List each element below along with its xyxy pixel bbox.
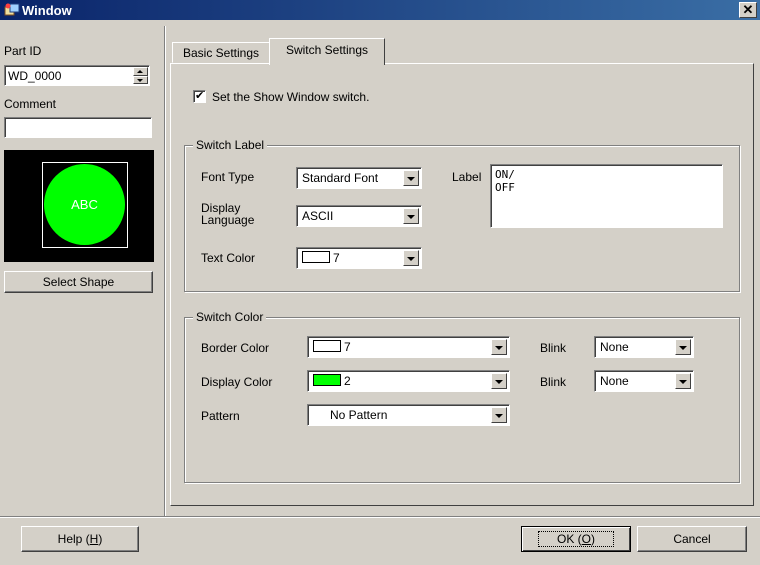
help-prefix: Help ( [57, 532, 90, 546]
part-id-spin[interactable] [133, 67, 148, 84]
display-blink-label: Blink [540, 375, 567, 389]
show-window-checkbox[interactable] [193, 89, 206, 103]
display-color-label: Display Color [201, 375, 273, 389]
font-type-select[interactable]: Standard Font [296, 167, 422, 189]
border-blink-value: None [600, 340, 629, 354]
chevron-down-icon[interactable] [491, 407, 507, 423]
text-color-number: 7 [333, 251, 340, 265]
part-id-value: WD_0000 [8, 69, 62, 83]
pattern-select[interactable]: No Pattern [307, 404, 510, 426]
text-color-swatch [302, 251, 330, 263]
part-id-label: Part ID [4, 44, 42, 58]
text-color-select[interactable]: 7 [296, 247, 422, 269]
border-blink-label: Blink [540, 341, 567, 355]
close-button[interactable]: ✕ [739, 2, 757, 18]
window-title: Window [22, 3, 72, 18]
label-textarea[interactable]: ON/ OFF [490, 164, 723, 228]
chevron-down-icon[interactable] [491, 339, 507, 355]
part-id-stepper[interactable]: WD_0000 [4, 65, 150, 86]
ok-focus: OK (O) [537, 531, 614, 547]
switch-color-group-title: Switch Color [193, 310, 267, 324]
window-app-icon [4, 3, 20, 16]
chevron-down-icon[interactable] [675, 339, 691, 355]
display-blink-select[interactable]: None [594, 370, 694, 392]
border-blink-select[interactable]: None [594, 336, 694, 358]
display-language-value: ASCII [302, 209, 334, 223]
ok-key: O [581, 532, 591, 546]
tab-switch-settings[interactable]: Switch Settings [269, 38, 385, 65]
border-color-select[interactable]: 7 [307, 336, 510, 358]
display-language-select[interactable]: ASCII [296, 205, 422, 227]
show-window-label: Set the Show Window switch. [212, 90, 370, 104]
chevron-down-icon[interactable] [675, 373, 691, 389]
chevron-down-icon[interactable] [403, 250, 419, 266]
tab-basic-settings[interactable]: Basic Settings [172, 42, 270, 63]
preview-text: ABC [71, 197, 98, 212]
border-color-value: 7 [313, 340, 351, 354]
pattern-value: No Pattern [330, 408, 388, 422]
pattern-label: Pattern [201, 409, 240, 423]
border-color-swatch [313, 340, 341, 352]
shape-preview: ABC [4, 150, 154, 262]
display-color-number: 2 [344, 374, 351, 388]
help-button[interactable]: Help (H) [21, 526, 139, 552]
border-color-number: 7 [344, 340, 351, 354]
display-color-value: 2 [313, 374, 351, 388]
text-color-value: 7 [302, 251, 340, 265]
cancel-button[interactable]: Cancel [637, 526, 747, 552]
font-type-label: Font Type [201, 170, 255, 184]
chevron-down-icon[interactable] [491, 373, 507, 389]
label-field-label: Label [452, 170, 482, 184]
switch-label-group-title: Switch Label [193, 138, 268, 152]
text-color-label: Text Color [201, 251, 256, 265]
display-color-select[interactable]: 2 [307, 370, 510, 392]
chevron-down-icon[interactable] [403, 170, 419, 186]
title-bar[interactable]: Window ✕ [0, 0, 760, 20]
spin-down-icon[interactable] [133, 75, 148, 84]
display-color-swatch [313, 374, 341, 386]
spin-up-icon[interactable] [133, 67, 148, 76]
left-divider [164, 26, 166, 516]
help-suffix: ) [98, 532, 103, 546]
ok-suffix: ) [591, 532, 595, 546]
font-type-value: Standard Font [302, 171, 379, 185]
footer-divider [0, 516, 760, 518]
ok-prefix: OK ( [556, 532, 582, 546]
label-text: ON/ OFF [495, 168, 515, 194]
chevron-down-icon[interactable] [403, 208, 419, 224]
dialog-window: Window ✕ Part ID WD_0000 Comment ABC Sel… [0, 0, 760, 565]
display-blink-value: None [600, 374, 629, 388]
comment-input[interactable] [4, 117, 152, 138]
comment-label: Comment [4, 97, 57, 111]
border-color-label: Border Color [201, 341, 270, 355]
ok-button[interactable]: OK (O) [521, 526, 631, 552]
display-language-label: Display Language [201, 201, 255, 227]
select-shape-button[interactable]: Select Shape [4, 271, 153, 293]
